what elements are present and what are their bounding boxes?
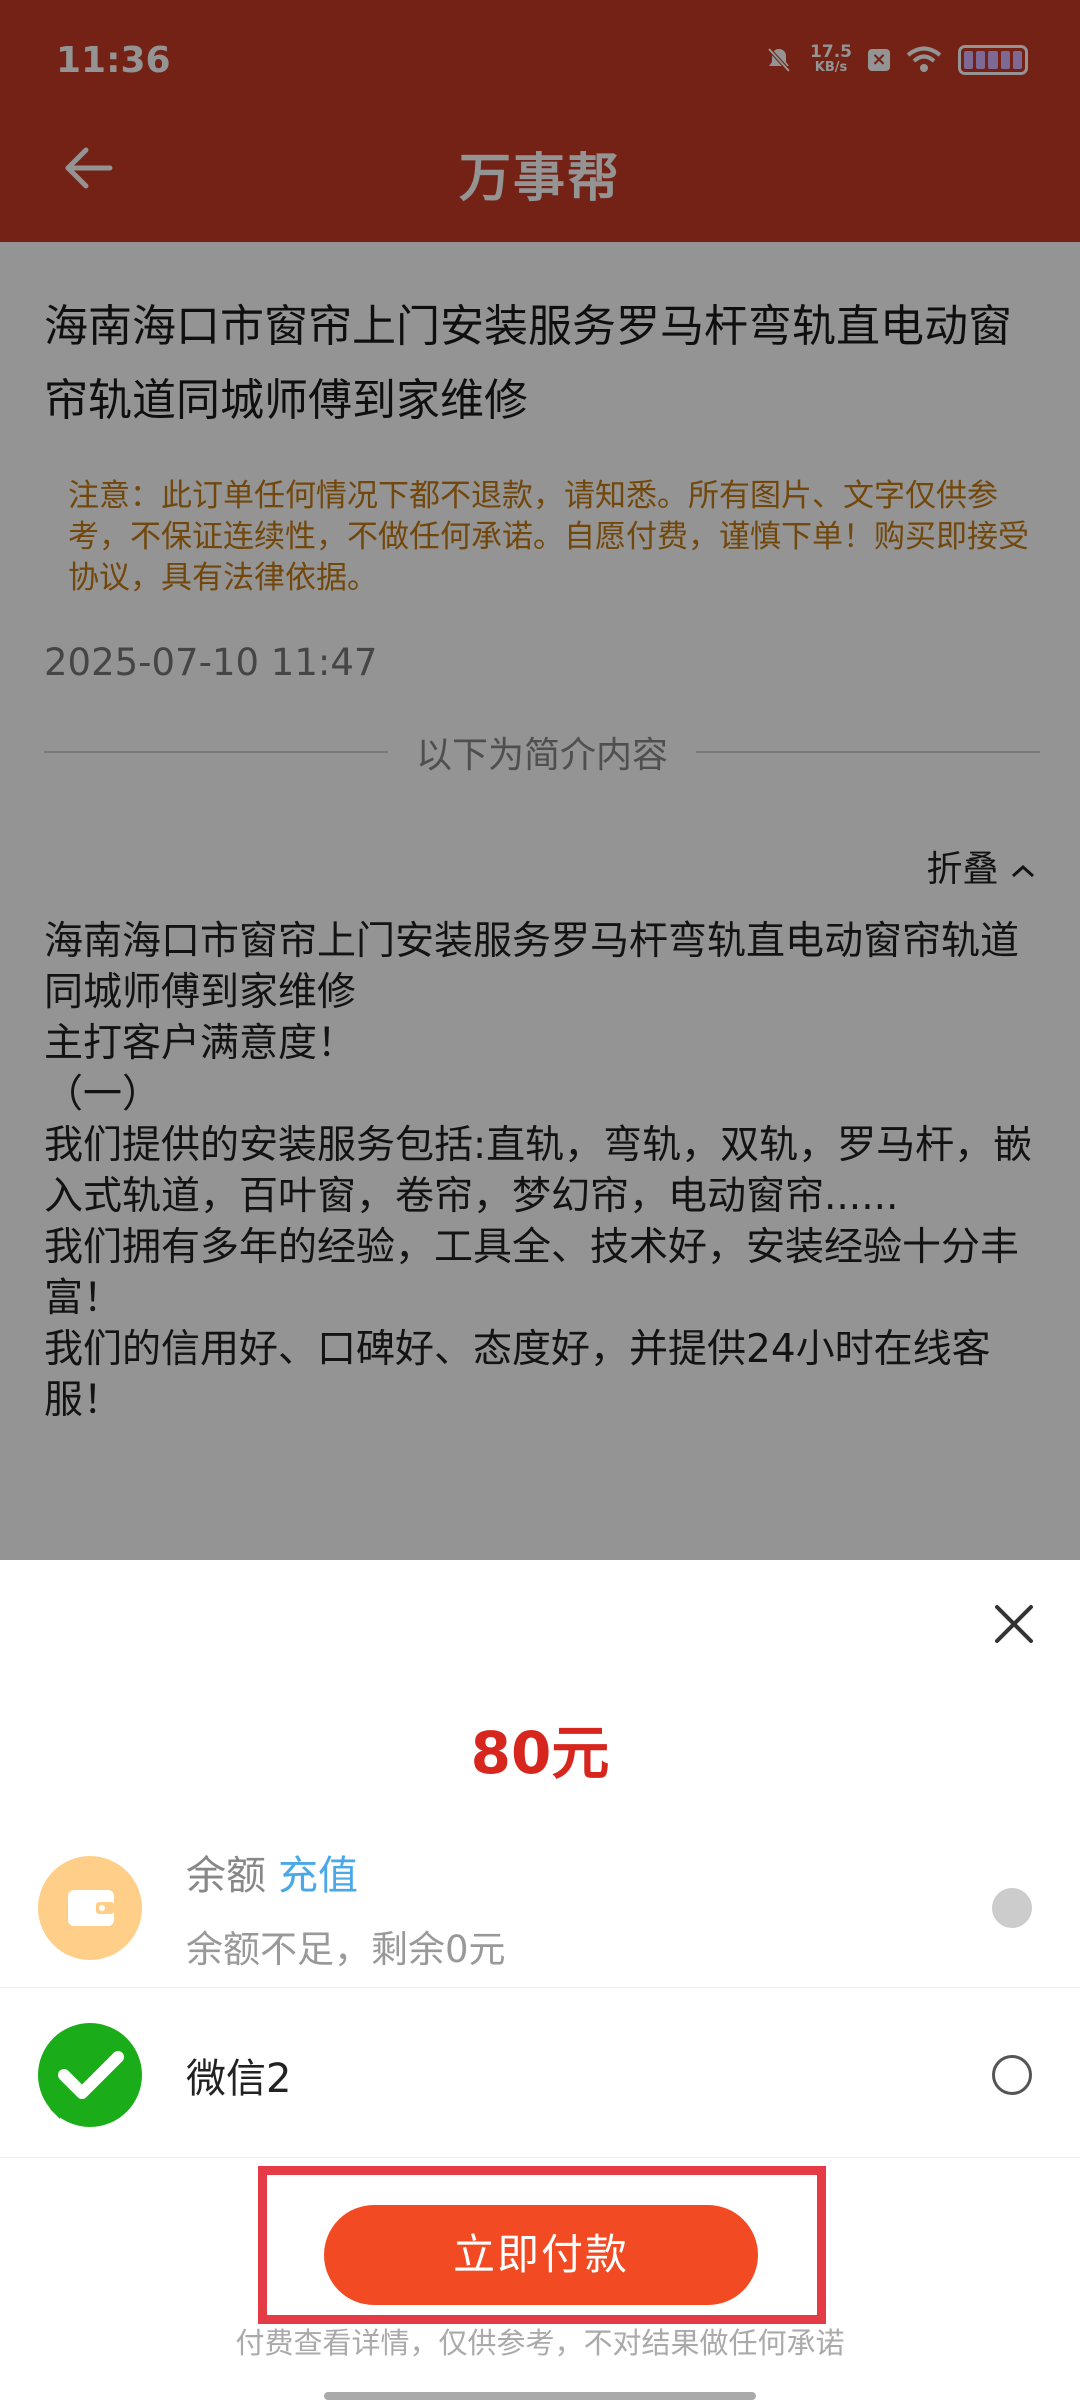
- pay-now-button[interactable]: 立即付款: [324, 2205, 758, 2305]
- balance-title: 余额 充值: [186, 1843, 506, 1901]
- balance-status: 余额不足，剩余0元: [186, 1927, 506, 1971]
- balance-text: 余额 充值 余额不足，剩余0元: [186, 1843, 506, 1973]
- dim-overlay[interactable]: [0, 0, 1080, 1560]
- payment-footnote: 付费查看详情，仅供参考，不对结果做任何承诺: [235, 2326, 845, 2360]
- wallet-icon: [38, 1855, 142, 1960]
- balance-radio[interactable]: [992, 1887, 1032, 1928]
- wechat-option[interactable]: 微信2: [0, 1992, 1080, 2158]
- home-indicator[interactable]: [324, 2392, 756, 2400]
- payment-sheet: 80元 余额 充值 余额不足，剩余0元 微信2 立即付款 付费查看详情，仅供参考…: [0, 1560, 1080, 2408]
- close-icon[interactable]: [992, 1602, 1036, 1646]
- balance-option[interactable]: 余额 充值 余额不足，剩余0元: [0, 1828, 1080, 1988]
- balance-label: 余额: [186, 1852, 266, 1899]
- price-amount: 80元: [470, 1719, 610, 1787]
- wechat-text: 微信2: [186, 2046, 291, 2104]
- wechat-label: 微信2: [186, 2055, 292, 2102]
- wechat-pay-icon: [38, 2022, 142, 2127]
- recharge-link[interactable]: 充值: [278, 1853, 358, 1899]
- wechat-radio[interactable]: [992, 2054, 1032, 2095]
